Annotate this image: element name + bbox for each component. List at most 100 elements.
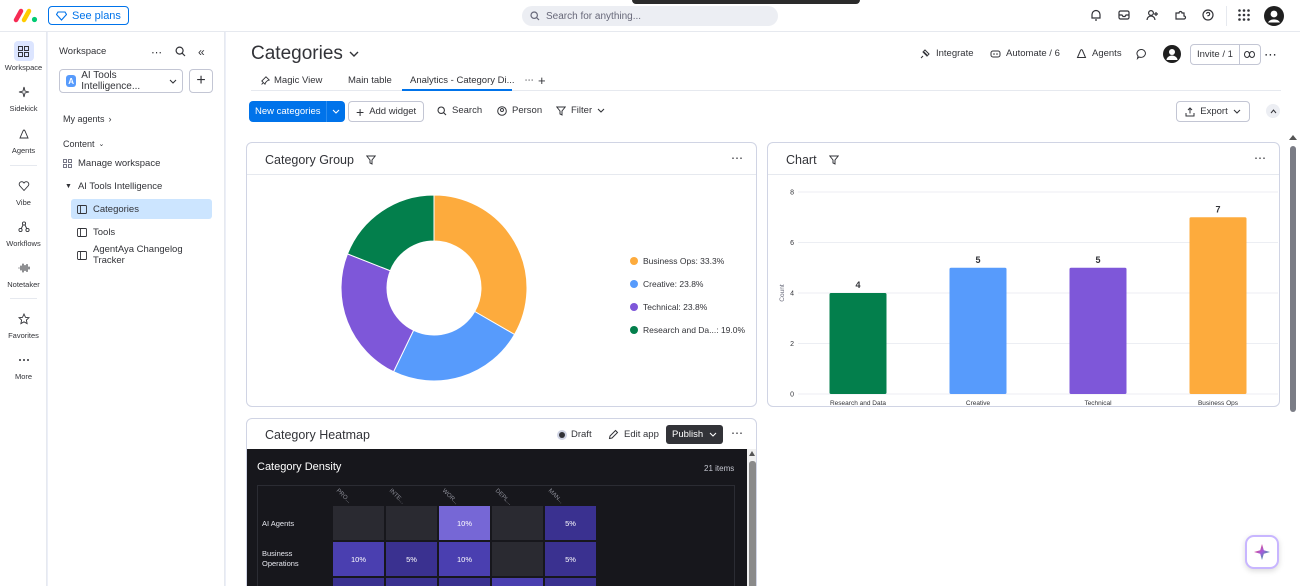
- board-more-icon[interactable]: ⋯: [1264, 47, 1278, 63]
- bar[interactable]: [829, 293, 887, 394]
- monday-logo-icon[interactable]: [13, 6, 39, 24]
- publish-button[interactable]: Publish: [666, 425, 724, 444]
- chevron-down-icon[interactable]: [327, 109, 345, 114]
- rail-item-sidekick[interactable]: Sidekick: [0, 82, 47, 113]
- donut-slice[interactable]: [346, 194, 435, 272]
- board-item-tools[interactable]: Tools: [71, 222, 212, 242]
- rail-item-workspace[interactable]: Workspace: [0, 41, 47, 72]
- user-avatar-icon[interactable]: [1264, 6, 1284, 26]
- rail-item-more[interactable]: More: [0, 350, 47, 381]
- heatmap-cell[interactable]: [492, 542, 543, 576]
- heatmap-title: Category Density: [257, 461, 342, 473]
- ai-assistant-button[interactable]: [1245, 535, 1279, 569]
- heatmap-cell[interactable]: [386, 506, 437, 540]
- y-tick-label: 2: [790, 341, 794, 348]
- heatmap-cell[interactable]: 5%: [545, 542, 596, 576]
- workspace-selector[interactable]: A AI Tools Intelligence...: [59, 69, 183, 93]
- person-filter-button[interactable]: Person: [497, 105, 542, 116]
- heatmap-item-count: 21 items: [704, 464, 735, 473]
- heatmap-cell[interactable]: 10%: [333, 542, 384, 576]
- filter-button[interactable]: Filter: [556, 105, 605, 116]
- filter-icon[interactable]: [828, 155, 839, 165]
- bell-icon[interactable]: [1089, 8, 1105, 24]
- invite-button[interactable]: Invite / 1: [1190, 44, 1261, 65]
- tab-more-icon[interactable]: ⋯: [525, 75, 536, 86]
- rail-item-notetaker[interactable]: Notetaker: [0, 258, 47, 289]
- help-icon[interactable]: [1201, 8, 1217, 24]
- heatmap-cell[interactable]: 5%: [386, 542, 437, 576]
- workspace-header: Workspace: [59, 46, 107, 57]
- add-item-button[interactable]: +: [189, 69, 213, 93]
- page-title[interactable]: Categories: [251, 43, 359, 65]
- scrollbar-thumb[interactable]: [749, 461, 756, 586]
- tab-analytics[interactable]: Analytics - Category Di... ⋯: [410, 72, 535, 88]
- legend-item[interactable]: Creative: 23.8%: [630, 279, 703, 289]
- y-axis-label: Count: [779, 284, 786, 302]
- widget-chart: Chart ⋯ 0 2 4 6 8 Count 4 Research and Data 5 Cre…: [767, 142, 1280, 407]
- widget-menu-icon[interactable]: ⋯: [731, 151, 744, 165]
- collapse-header-button[interactable]: [1266, 104, 1280, 118]
- agents-button[interactable]: Agents: [1076, 48, 1122, 59]
- collapse-panel-icon[interactable]: «: [198, 45, 205, 59]
- x-tick-label: Technical: [1084, 400, 1112, 407]
- inbox-icon[interactable]: [1117, 8, 1133, 24]
- legend-color-dot: [630, 303, 638, 311]
- agents-label: Agents: [1092, 48, 1122, 59]
- heatmap-cell[interactable]: [492, 506, 543, 540]
- edit-app-button[interactable]: Edit app: [608, 429, 659, 440]
- topbar-divider: [1226, 6, 1227, 26]
- rail-item-agents[interactable]: Agents: [0, 124, 47, 155]
- person-icon: [497, 105, 507, 116]
- export-button[interactable]: Export: [1176, 101, 1250, 122]
- heatmap-scrollbar[interactable]: [747, 449, 756, 586]
- tab-magic-view[interactable]: Magic View: [261, 72, 322, 88]
- page-scroll-up-icon[interactable]: [1289, 135, 1297, 140]
- my-agents-link[interactable]: My agents ›: [63, 114, 112, 124]
- filter-icon[interactable]: [365, 155, 376, 165]
- folder-ai-tools[interactable]: ▼ AI Tools Intelligence: [59, 176, 200, 196]
- board-owner-avatar-icon[interactable]: [1163, 45, 1181, 63]
- app-switcher-grid-icon[interactable]: [1237, 8, 1253, 24]
- heatmap-cell[interactable]: [333, 506, 384, 540]
- see-plans-button[interactable]: See plans: [48, 6, 129, 25]
- page-title-text: Categories: [251, 43, 343, 64]
- widget-menu-icon[interactable]: ⋯: [731, 426, 744, 440]
- apps-puzzle-icon[interactable]: [1173, 8, 1189, 24]
- legend-item[interactable]: Technical: 23.8%: [630, 302, 707, 312]
- global-search-input[interactable]: Search for anything...: [522, 6, 778, 26]
- board-item-changelog[interactable]: AgentAya Changelog Tracker: [71, 244, 212, 266]
- widget-menu-icon[interactable]: ⋯: [1254, 151, 1267, 165]
- integrate-button[interactable]: Integrate: [920, 48, 974, 59]
- rail-item-workflows[interactable]: Workflows: [0, 217, 47, 248]
- donut-chart: [340, 194, 528, 382]
- copy-link-icon[interactable]: [1240, 51, 1260, 58]
- content-section-toggle[interactable]: Content ⌄: [63, 139, 104, 149]
- search-icon[interactable]: [175, 46, 186, 57]
- heatmap-cell[interactable]: 10%: [439, 542, 490, 576]
- tab-main-table[interactable]: Main table: [348, 72, 392, 88]
- heatmap-cell[interactable]: 10%: [439, 506, 490, 540]
- donut-slice[interactable]: [433, 194, 528, 336]
- automate-label: Automate / 6: [1006, 48, 1060, 59]
- heatmap-cell[interactable]: 5%: [545, 506, 596, 540]
- board-item-categories[interactable]: Categories: [71, 199, 212, 219]
- new-categories-button[interactable]: New categories: [249, 101, 346, 122]
- bar[interactable]: [949, 267, 1007, 394]
- invite-members-icon[interactable]: [1145, 8, 1161, 24]
- search-button[interactable]: Search: [437, 105, 482, 116]
- manage-workspace-link[interactable]: Manage workspace: [57, 153, 198, 173]
- filter-label: Filter: [571, 105, 593, 116]
- rail-item-vibe[interactable]: Vibe: [0, 176, 47, 207]
- page-scrollbar-thumb[interactable]: [1290, 146, 1296, 412]
- rail-item-favorites[interactable]: Favorites: [0, 309, 47, 340]
- legend-item[interactable]: Business Ops: 33.3%: [630, 256, 724, 266]
- scroll-up-icon[interactable]: [749, 451, 755, 456]
- legend-item[interactable]: Research and Da...: 19.0%: [630, 325, 745, 335]
- add-view-button[interactable]: +: [538, 72, 546, 88]
- add-widget-button[interactable]: + Add widget: [348, 101, 425, 122]
- comment-icon[interactable]: [1136, 48, 1148, 60]
- bar[interactable]: [1189, 217, 1247, 394]
- automate-button[interactable]: Automate / 6: [990, 48, 1060, 59]
- workspace-more-icon[interactable]: ⋯: [151, 46, 163, 59]
- bar[interactable]: [1069, 267, 1127, 394]
